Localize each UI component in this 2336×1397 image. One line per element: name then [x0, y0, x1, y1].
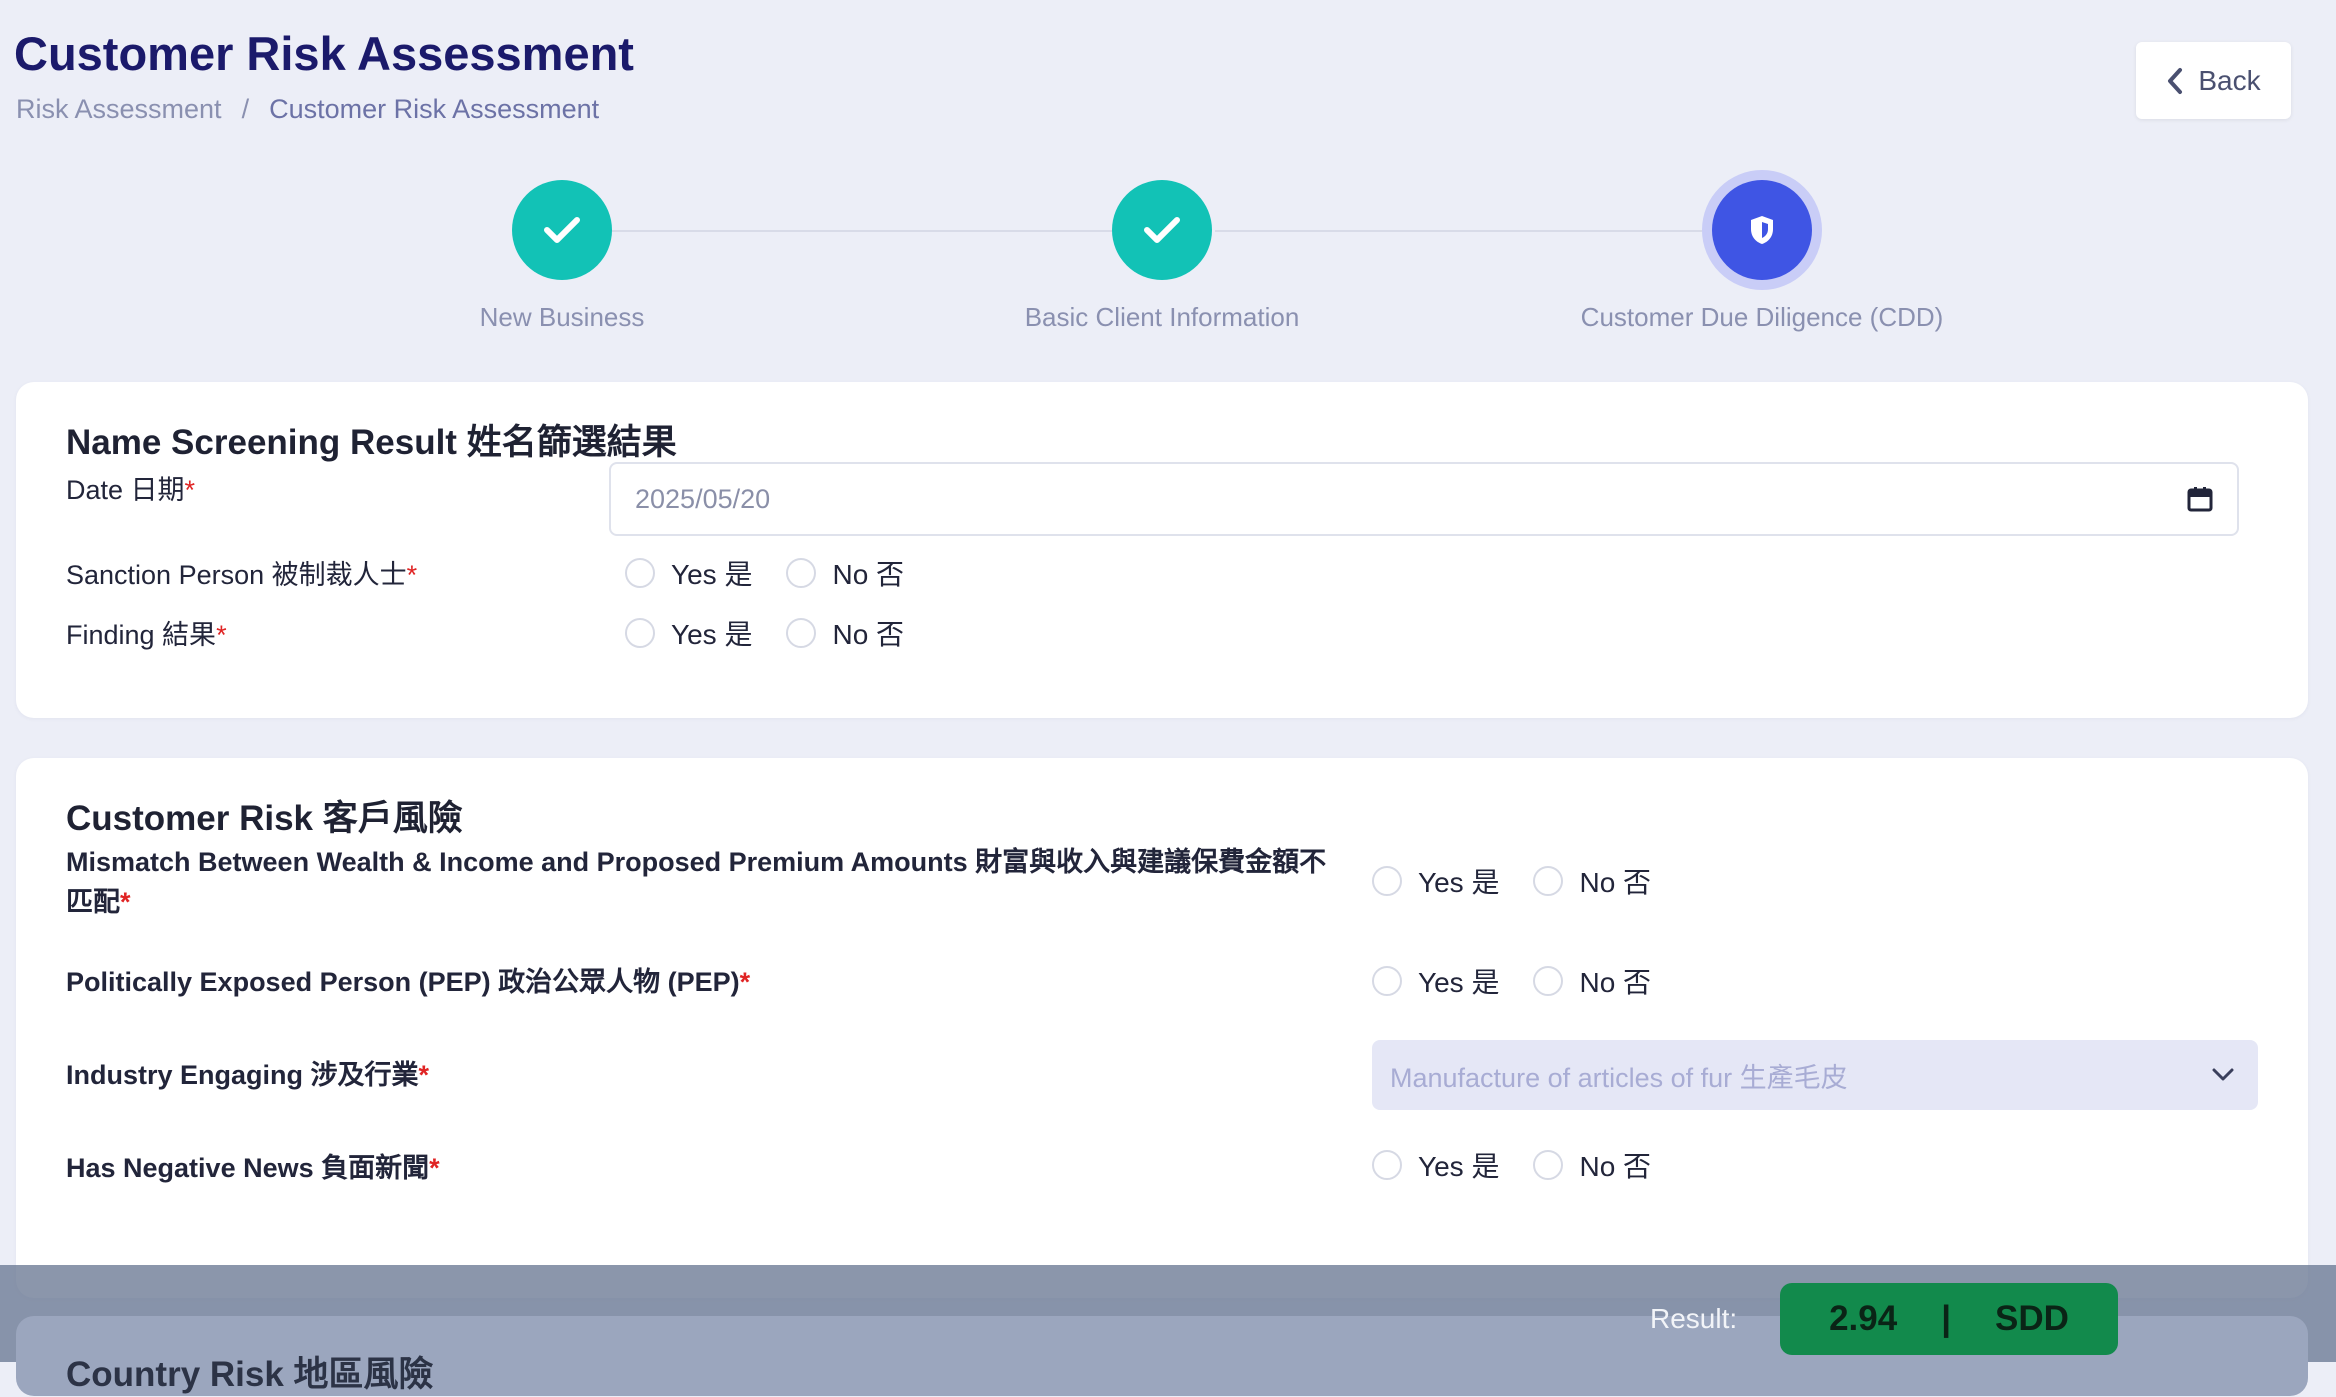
sanction-person-label: Sanction Person 被制裁人士* — [66, 560, 418, 590]
progress-stepper: New Business Basic Client Information Cu… — [0, 180, 2336, 350]
step-new-business[interactable]: New Business — [362, 180, 762, 333]
step-label: New Business — [479, 302, 645, 332]
step-basic-client-information[interactable]: Basic Client Information — [962, 180, 1362, 333]
negative-news-radio-group: Yes 是 No 否 — [1372, 1145, 1685, 1185]
date-value: 2025/05/20 — [635, 483, 771, 514]
result-label: Result: — [1650, 1303, 1738, 1334]
radio-circle — [1533, 1150, 1564, 1180]
check-icon — [544, 217, 580, 243]
page-title: Customer Risk Assessment — [14, 27, 634, 80]
result-score: 2.94 — [1829, 1299, 1898, 1338]
section-title: Name Screening Result 姓名篩選結果 — [66, 423, 677, 462]
customer-risk-card: Customer Risk 客戶風險 — [16, 758, 2308, 1298]
wealth-income-mismatch-label: Mismatch Between Wealth & Income and Pro… — [66, 847, 1327, 917]
pep-radio-group: Yes 是 No 否 — [1372, 961, 1685, 1001]
radio-circle — [786, 618, 817, 648]
result-divider: | — [1941, 1299, 1951, 1338]
step-label: Customer Due Diligence (CDD) — [1580, 302, 1944, 332]
finding-label: Finding 結果* — [66, 620, 227, 650]
industry-select[interactable]: Manufacture of articles of fur 生產毛皮 — [1372, 1040, 2258, 1110]
sanction-yes-radio[interactable]: Yes 是 — [625, 553, 752, 593]
required-mark: * — [406, 560, 418, 590]
sanction-person-radio-group: Yes 是 No 否 — [625, 553, 938, 593]
finding-radio-group: Yes 是 No 否 — [625, 613, 938, 653]
radio-circle — [1372, 966, 1402, 996]
breadcrumb-item-current: Customer Risk Assessment — [269, 94, 600, 124]
chevron-down-icon — [2212, 1068, 2234, 1081]
required-mark: * — [120, 887, 131, 917]
radio-circle — [1533, 866, 1564, 896]
required-mark: * — [184, 475, 196, 505]
radio-circle — [1533, 966, 1564, 996]
country-risk-title: Country Risk 地區風險 — [66, 1355, 434, 1394]
back-button-label: Back — [2198, 64, 2261, 96]
step-done-circle — [1112, 180, 1212, 280]
back-button[interactable]: Back — [2136, 42, 2291, 119]
result-level: SDD — [1995, 1299, 2069, 1338]
finding-yes-radio[interactable]: Yes 是 — [625, 613, 752, 653]
mismatch-yes-radio[interactable]: Yes 是 — [1372, 861, 1499, 901]
breadcrumb: Risk Assessment / Customer Risk Assessme… — [16, 94, 599, 125]
step-customer-due-diligence[interactable]: Customer Due Diligence (CDD) — [1562, 180, 1962, 333]
step-active-circle — [1712, 180, 1812, 280]
negative-news-yes-radio[interactable]: Yes 是 — [1372, 1145, 1499, 1185]
industry-select-value: Manufacture of articles of fur 生產毛皮 — [1390, 1062, 1848, 1093]
required-mark: * — [216, 620, 227, 650]
date-field[interactable]: 2025/05/20 — [609, 462, 2239, 536]
required-mark: * — [739, 967, 751, 997]
negative-news-no-radio[interactable]: No 否 — [1533, 1145, 1651, 1185]
required-mark: * — [418, 1060, 430, 1090]
radio-circle — [625, 618, 655, 648]
pep-yes-radio[interactable]: Yes 是 — [1372, 961, 1499, 1001]
name-screening-card: Name Screening Result 姓名篩選結果 — [16, 382, 2308, 718]
step-label: Basic Client Information — [1024, 302, 1300, 332]
required-mark: * — [429, 1153, 440, 1183]
shield-icon — [1751, 216, 1773, 244]
step-done-circle — [512, 180, 612, 280]
section-title: Customer Risk 客戶風險 — [66, 799, 463, 838]
pep-no-radio[interactable]: No 否 — [1533, 961, 1651, 1001]
breadcrumb-item-risk-assessment[interactable]: Risk Assessment — [16, 94, 222, 125]
industry-engaging-label: Industry Engaging 涉及行業* — [66, 1060, 430, 1090]
radio-circle — [625, 558, 655, 588]
date-label: Date 日期* — [66, 475, 196, 505]
radio-circle — [1372, 1150, 1402, 1180]
pep-label: Politically Exposed Person (PEP) 政治公眾人物 … — [66, 967, 751, 997]
radio-circle — [786, 558, 817, 588]
breadcrumb-separator: / — [241, 94, 250, 124]
chevron-left-icon — [2168, 67, 2183, 94]
radio-circle — [1372, 866, 1402, 896]
negative-news-label: Has Negative News 負面新聞* — [66, 1153, 440, 1183]
mismatch-no-radio[interactable]: No 否 — [1533, 861, 1651, 901]
mismatch-radio-group: Yes 是 No 否 — [1372, 861, 1685, 901]
sanction-no-radio[interactable]: No 否 — [786, 553, 904, 593]
calendar-icon[interactable] — [2187, 486, 2213, 512]
check-icon — [1144, 217, 1180, 243]
finding-no-radio[interactable]: No 否 — [786, 613, 904, 653]
result-badge: 2.94 | SDD — [1780, 1283, 2118, 1355]
